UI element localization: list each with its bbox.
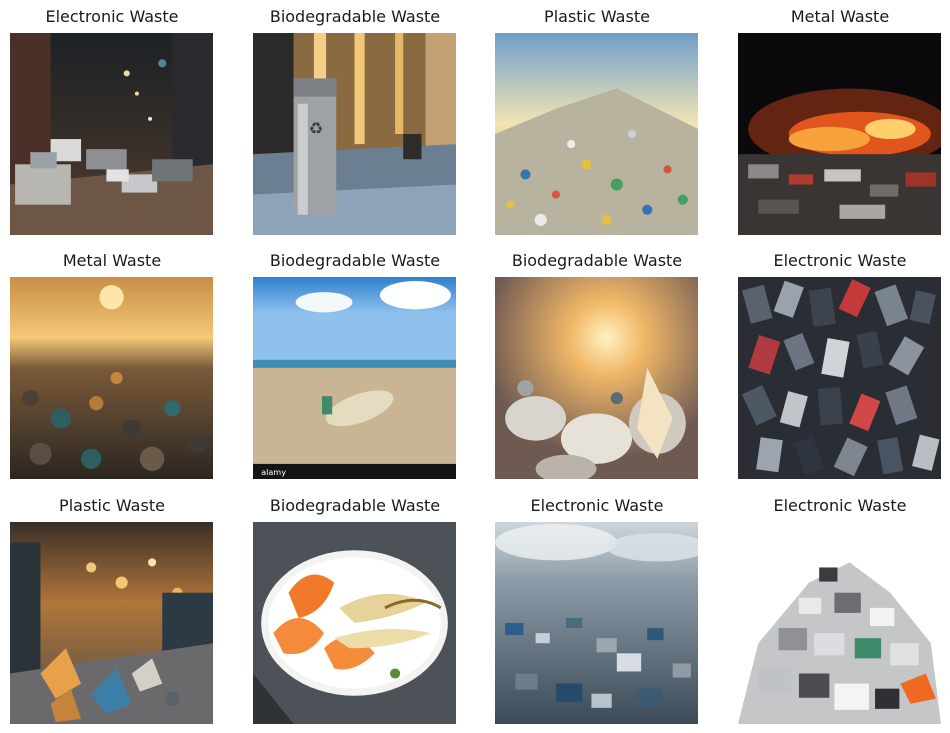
panel-title: Biodegradable Waste (511, 251, 683, 270)
panel-image-street-trash (10, 522, 213, 724)
panel-title: Biodegradable Waste (269, 251, 441, 270)
image-grid: Electronic Waste Biodegradable Waste ♻ P… (0, 0, 950, 733)
panel-title: Electronic Waste (530, 496, 664, 515)
panel-image-metal-sunset (10, 277, 213, 479)
panel-image-ewaste-alley (10, 33, 213, 235)
panel-title: Metal Waste (790, 7, 890, 26)
panel-image-recycle-bin: ♻ (253, 33, 456, 235)
panel-image-ewaste-heap (738, 522, 941, 724)
panel-title: Biodegradable Waste (269, 496, 441, 515)
svg-text:♻: ♻ (309, 119, 324, 138)
panel-image-plastic-sunset (495, 277, 698, 479)
panel-title: Plastic Waste (544, 7, 650, 26)
panel-title: Electronic Waste (773, 251, 907, 270)
panel-image-peel-plate (253, 522, 456, 724)
panel-title: Plastic Waste (59, 496, 165, 515)
panel-image-metal-fire (738, 33, 941, 235)
panel-image-ewaste-field (495, 522, 698, 724)
watermark-text: alamy (261, 467, 286, 477)
panel-image-phones-pile (738, 277, 941, 479)
panel-title: Metal Waste (62, 251, 162, 270)
panel-title: Biodegradable Waste (269, 7, 441, 26)
panel-image-plastic-mountain (495, 33, 698, 235)
panel-title: Electronic Waste (773, 496, 907, 515)
panel-title: Electronic Waste (45, 7, 179, 26)
panel-image-beach-bottle: alamy (253, 277, 456, 479)
